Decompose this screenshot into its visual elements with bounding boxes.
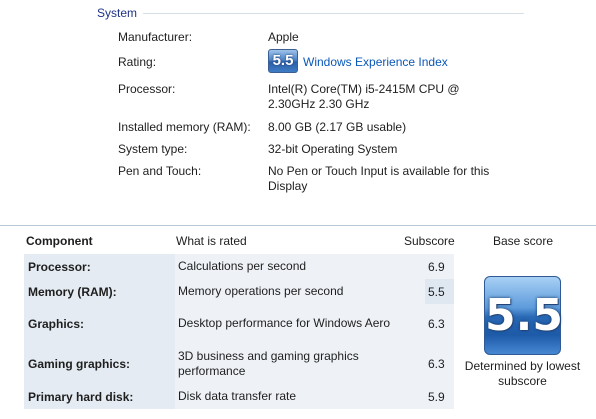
table-row: Processor: Calculations per second 6.9 [24, 254, 454, 279]
component-name: Gaming graphics: [24, 343, 175, 384]
what-is-rated: Calculations per second [175, 254, 425, 279]
what-is-rated-column-header: What is rated [176, 234, 247, 248]
rating-label: Rating: [118, 55, 157, 69]
component-name: Processor: [24, 254, 175, 279]
table-row: Gaming graphics: 3D business and gaming … [24, 343, 454, 384]
windows-experience-index-link[interactable]: Windows Experience Index [303, 55, 448, 69]
component-column-header: Component [26, 234, 93, 248]
manufacturer-row: Manufacturer: Apple [118, 30, 596, 48]
what-is-rated: Memory operations per second [175, 279, 425, 304]
base-score-panel: 5.5 Determined by lowest subscore [454, 254, 596, 409]
table-row: Primary hard disk: Disk data transfer ra… [24, 384, 454, 409]
section-divider [143, 13, 524, 14]
subscore-value: 5.9 [425, 384, 454, 409]
component-name: Graphics: [24, 304, 175, 343]
processor-value: Intel(R) Core(TM) i5-2415M CPU @ 2.30GHz… [268, 82, 460, 111]
manufacturer-value: Apple [268, 30, 299, 44]
experience-index-badge-icon[interactable]: 5.5 [268, 49, 298, 73]
memory-row: Installed memory (RAM): 8.00 GB (2.17 GB… [118, 120, 596, 138]
what-is-rated: 3D business and gaming graphics performa… [175, 343, 425, 384]
component-name: Primary hard disk: [24, 384, 175, 409]
system-section-heading: System [97, 6, 138, 20]
score-table: Processor: Calculations per second 6.9 M… [24, 254, 454, 409]
subscore-value: 6.9 [425, 254, 454, 279]
base-score-caption: Determined by lowest subscore [464, 359, 581, 388]
table-row: Memory (RAM): Memory operations per seco… [24, 279, 454, 304]
system-type-label: System type: [118, 142, 188, 156]
memory-label: Installed memory (RAM): [118, 120, 251, 134]
system-type-row: System type: 32-bit Operating System [118, 142, 596, 160]
processor-row: Processor: Intel(R) Core(TM) i5-2415M CP… [118, 82, 596, 114]
subscore-value: 6.3 [425, 343, 454, 384]
subscore-value: 5.5 [425, 279, 454, 304]
pen-touch-row: Pen and Touch: No Pen or Touch Input is … [118, 164, 596, 196]
what-is-rated: Disk data transfer rate [175, 384, 425, 409]
component-name: Memory (RAM): [24, 279, 175, 304]
rating-row: Rating: 5.5 Windows Experience Index [118, 49, 596, 73]
pen-touch-label: Pen and Touch: [118, 164, 202, 178]
score-table-header: Component What is rated Subscore Base sc… [0, 225, 596, 253]
pen-touch-value: No Pen or Touch Input is available for t… [268, 164, 490, 193]
processor-label: Processor: [118, 82, 176, 96]
base-score-badge-icon: 5.5 [484, 276, 563, 355]
table-row: Graphics: Desktop performance for Window… [24, 304, 454, 343]
memory-value: 8.00 GB (2.17 GB usable) [268, 120, 407, 134]
system-type-value: 32-bit Operating System [268, 142, 398, 156]
base-score-column-header: Base score [493, 234, 554, 248]
what-is-rated: Desktop performance for Windows Aero [175, 304, 425, 343]
subscore-column-header: Subscore [404, 234, 455, 248]
subscore-value: 6.3 [425, 304, 454, 343]
manufacturer-label: Manufacturer: [118, 30, 193, 44]
